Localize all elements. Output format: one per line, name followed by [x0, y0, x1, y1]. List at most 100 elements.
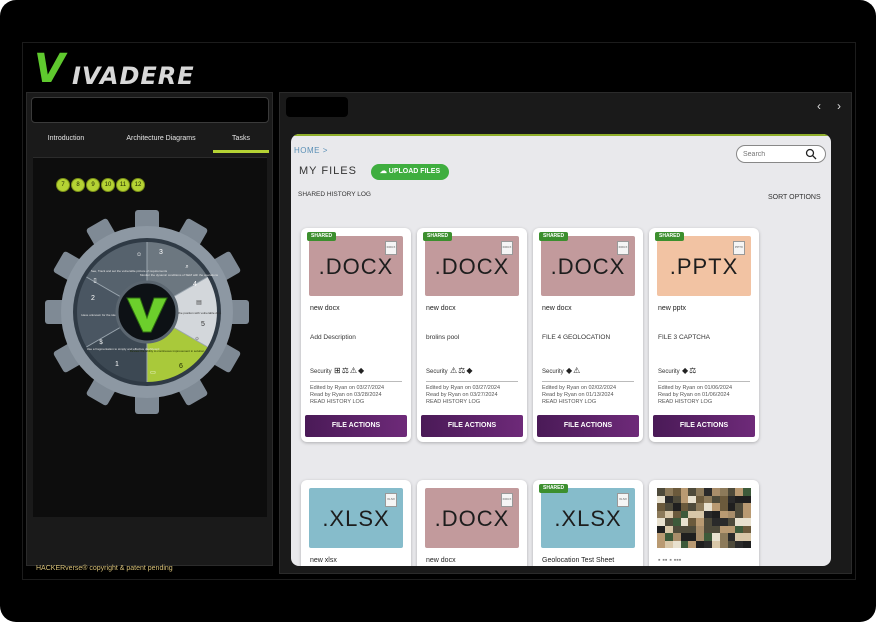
pixel-block — [727, 533, 736, 541]
task-chip[interactable]: 9 — [86, 178, 100, 192]
pixel-block — [657, 533, 665, 541]
file-actions-button[interactable]: FILE ACTIONS — [537, 415, 639, 437]
tab-architecture-diagrams[interactable]: Architecture Diagrams — [111, 129, 211, 153]
pixel-block — [664, 510, 673, 518]
pixel-block — [680, 510, 689, 518]
process-gear-diagram: 3 4 5 6 1 2 See, Track and set the vulne… — [45, 210, 249, 414]
chart-icon: ▤ — [196, 300, 202, 306]
pixel-block — [727, 495, 736, 503]
task-chip[interactable]: 11 — [116, 178, 130, 192]
pixel-block — [727, 488, 736, 496]
shared-badge: SHARED — [423, 232, 453, 241]
search-icon[interactable] — [805, 148, 817, 160]
pixel-block — [696, 488, 704, 496]
pixel-block — [719, 518, 728, 526]
file-description[interactable]: FILE 4 GEOLOCATION — [542, 334, 610, 341]
task-chip[interactable]: 12 — [131, 178, 145, 192]
left-panel: Introduction Architecture Diagrams Tasks… — [26, 92, 273, 566]
file-actions-button[interactable]: FILE ACTIONS — [653, 415, 755, 437]
file-card[interactable]: DOCX .DOCX SHARED new docx Add Descripti… — [301, 228, 411, 442]
file-thumbnail[interactable]: XLSX .XLSX — [541, 488, 635, 548]
pixel-block — [688, 525, 697, 533]
pixel-block — [680, 518, 689, 526]
pixel-block — [719, 540, 728, 548]
security-icons[interactable]: ⚠⚖◆ — [450, 366, 474, 375]
search-input[interactable] — [743, 148, 803, 160]
pixel-block — [719, 503, 728, 511]
pixel-block — [664, 540, 673, 548]
file-actions-button[interactable]: FILE ACTIONS — [305, 415, 407, 437]
shared-badge: SHARED — [655, 232, 685, 241]
right-panel-tab[interactable] — [286, 97, 348, 117]
tab-tasks[interactable]: Tasks — [213, 129, 269, 153]
upload-files-button[interactable]: ☁ UPLOAD FILES — [371, 164, 449, 180]
read-by: Read by Ryan on 03/27/2024 — [426, 392, 498, 398]
shared-history-log-link[interactable]: SHARED HISTORY LOG — [298, 191, 371, 198]
file-extension: .PPTX — [669, 254, 739, 279]
copyright-notice: HACKERverse® copyright & patent pending — [36, 565, 173, 572]
left-tabs: Introduction Architecture Diagrams Tasks — [31, 129, 269, 153]
bulb-icon: ☼ — [194, 336, 200, 342]
file-card[interactable]: PPTX .PPTX SHARED new pptx FILE 3 CAPTCH… — [649, 228, 759, 442]
segment-number: 5 — [201, 321, 205, 328]
pixel-block — [735, 510, 744, 518]
pixel-block — [680, 488, 689, 496]
file-card[interactable]: DOCX .DOCX new docx — [417, 480, 527, 566]
file-thumbnail[interactable]: DOCX .DOCX — [425, 236, 519, 296]
pixel-block — [719, 510, 728, 518]
security-label: Security — [426, 369, 448, 375]
pixel-block — [727, 525, 736, 533]
task-chip[interactable]: 7 — [56, 178, 70, 192]
file-description[interactable]: brolins pool — [426, 334, 459, 341]
file-thumbnail[interactable]: XLSX .XLSX — [309, 488, 403, 548]
pixel-block — [743, 510, 751, 518]
shared-badge: SHARED — [307, 232, 337, 241]
task-chip[interactable]: 10 — [101, 178, 115, 192]
file-description[interactable]: FILE 3 CAPTCHA — [658, 334, 710, 341]
divider — [310, 381, 402, 382]
file-card[interactable]: DOCX .DOCX SHARED new docx FILE 4 GEOLOC… — [533, 228, 643, 442]
read-by: Read by Ryan on 01/06/2024 — [658, 392, 730, 398]
tab-introduction[interactable]: Introduction — [31, 129, 101, 153]
file-thumbnail[interactable]: DOCX .DOCX — [309, 236, 403, 296]
file-card[interactable]: ▪ ▪▪ ▪ ▪▪▪ — [649, 480, 759, 566]
next-arrow-icon[interactable]: › — [830, 97, 848, 115]
pixelated-image-thumbnail[interactable] — [657, 488, 751, 548]
file-thumbnail[interactable]: PPTX .PPTX — [657, 236, 751, 296]
pixel-block — [688, 488, 697, 496]
pixel-block — [704, 540, 712, 548]
logo-v: V — [34, 46, 65, 92]
pixel-block — [688, 510, 697, 518]
pixel-block — [719, 495, 728, 503]
screen-frame: V IVADERE Introduction Architecture Diag… — [0, 0, 876, 622]
read-history-log-link[interactable]: READ HISTORY LOG — [658, 399, 712, 405]
security-icons[interactable]: ⊞⚖⚠◆ — [334, 366, 365, 375]
file-actions-button[interactable]: FILE ACTIONS — [421, 415, 523, 437]
breadcrumb[interactable]: HOME > — [294, 146, 328, 155]
file-card[interactable]: XLSX .XLSX SHARED Geolocation Test Sheet — [533, 480, 643, 566]
pixel-block — [696, 495, 704, 503]
pixel-block — [719, 533, 728, 541]
shared-badge: SHARED — [539, 484, 569, 493]
file-card[interactable]: DOCX .DOCX SHARED new docx brolins pool … — [417, 228, 527, 442]
pixel-block — [711, 488, 720, 496]
previous-arrow-icon[interactable]: ‹ — [810, 97, 828, 115]
read-by: Read by Ryan on 03/28/2024 — [310, 392, 382, 398]
read-history-log-link[interactable]: READ HISTORY LOG — [426, 399, 480, 405]
file-extension: .XLSX — [554, 506, 622, 531]
file-name: new docx — [542, 305, 572, 312]
read-history-log-link[interactable]: READ HISTORY LOG — [310, 399, 364, 405]
magnifier-icon: ⌕ — [185, 264, 188, 270]
security-icons[interactable]: ◆⚠ — [566, 366, 581, 375]
pixel-block — [664, 518, 673, 526]
security-icons[interactable]: ◆⚖ — [682, 366, 697, 375]
file-thumbnail[interactable]: DOCX .DOCX — [425, 488, 519, 548]
file-description[interactable]: Add Description — [310, 334, 356, 341]
file-card[interactable]: XLSX .XLSX new xlsx — [301, 480, 411, 566]
pixel-block — [664, 525, 673, 533]
file-thumbnail[interactable]: DOCX .DOCX — [541, 236, 635, 296]
sort-options-button[interactable]: SORT OPTIONS — [768, 194, 821, 201]
device-icon: ▯ — [93, 278, 96, 284]
read-history-log-link[interactable]: READ HISTORY LOG — [542, 399, 596, 405]
task-chip[interactable]: 8 — [71, 178, 85, 192]
